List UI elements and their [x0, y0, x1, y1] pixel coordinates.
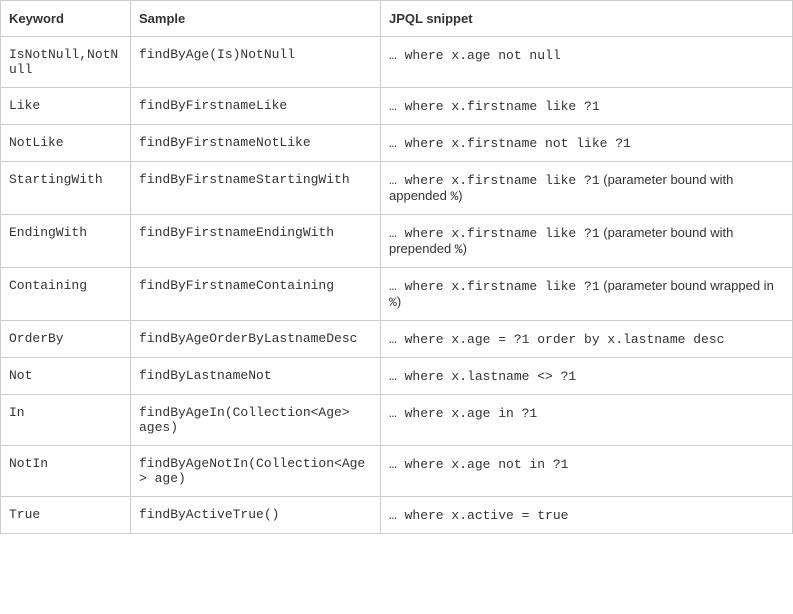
snippet-code: … where x.active = true	[389, 508, 568, 523]
sample-cell: findByAgeNotIn(Collection<Age> age)	[131, 446, 381, 497]
table-row: NotLikefindByFirstnameNotLike … where x.f…	[1, 125, 793, 162]
snippet-cell: … where x.age = ?1 order by x.lastname d…	[381, 321, 793, 358]
table-body: IsNotNull,NotNullfindByAge(Is)NotNull … w…	[1, 37, 793, 534]
snippet-code: … where x.age in ?1	[389, 406, 537, 421]
snippet-code: … where x.age not null	[389, 48, 561, 63]
keyword-cell: True	[1, 497, 131, 534]
snippet-code: … where x.age = ?1 order by x.lastname d…	[389, 332, 724, 347]
sample-cell: findByLastnameNot	[131, 358, 381, 395]
table-row: ContainingfindByFirstnameContaining… whe…	[1, 268, 793, 321]
snippet-code: … where x.lastname <> ?1	[389, 369, 576, 384]
percent-symbol: %	[389, 295, 397, 310]
snippet-cell: … where x.firstname not like ?1	[381, 125, 793, 162]
sample-cell: findByAgeIn(Collection<Age> ages)	[131, 395, 381, 446]
table-row: StartingWithfindByFirstnameStartingWith……	[1, 162, 793, 215]
table-row: TruefindByActiveTrue() … where x.active =…	[1, 497, 793, 534]
sample-cell: findByAgeOrderByLastnameDesc	[131, 321, 381, 358]
snippet-code: … where x.firstname like ?1	[389, 226, 600, 241]
snippet-cell: … where x.active = true	[381, 497, 793, 534]
sample-cell: findByFirstnameContaining	[131, 268, 381, 321]
snippet-code: … where x.firstname like ?1	[389, 99, 600, 114]
table-row: NotInfindByAgeNotIn(Collection<Age> age)…	[1, 446, 793, 497]
header-keyword: Keyword	[1, 1, 131, 37]
keyword-cell: NotLike	[1, 125, 131, 162]
snippet-cell: … where x.firstname like ?1	[381, 88, 793, 125]
snippet-code: … where x.firstname like ?1	[389, 173, 600, 188]
table-row: InfindByAgeIn(Collection<Age> ages) … whe…	[1, 395, 793, 446]
keyword-cell: Not	[1, 358, 131, 395]
percent-symbol: %	[455, 242, 463, 257]
header-sample: Sample	[131, 1, 381, 37]
keyword-cell: Like	[1, 88, 131, 125]
snippet-code: … where x.firstname not like ?1	[389, 136, 631, 151]
sample-cell: findByAge(Is)NotNull	[131, 37, 381, 88]
snippet-cell: … where x.firstname like ?1 (parameter b…	[381, 162, 793, 215]
keyword-cell: Containing	[1, 268, 131, 321]
keyword-cell: EndingWith	[1, 215, 131, 268]
snippet-cell: … where x.lastname <> ?1	[381, 358, 793, 395]
percent-symbol: %	[450, 189, 458, 204]
keyword-cell: IsNotNull,NotNull	[1, 37, 131, 88]
snippet-code: … where x.firstname like ?1	[389, 279, 600, 294]
table-row: EndingWithfindByFirstnameEndingWith… whe…	[1, 215, 793, 268]
table-row: NotfindByLastnameNot … where x.lastname <…	[1, 358, 793, 395]
sample-cell: findByFirstnameLike	[131, 88, 381, 125]
snippet-cell: … where x.age not in ?1	[381, 446, 793, 497]
sample-cell: findByActiveTrue()	[131, 497, 381, 534]
snippet-cell: … where x.age in ?1	[381, 395, 793, 446]
table-row: OrderByfindByAgeOrderByLastnameDesc … whe…	[1, 321, 793, 358]
keyword-cell: OrderBy	[1, 321, 131, 358]
jpql-keywords-table: Keyword Sample JPQL snippet IsNotNull,No…	[0, 0, 793, 534]
snippet-cell: … where x.firstname like ?1 (parameter b…	[381, 268, 793, 321]
sample-cell: findByFirstnameNotLike	[131, 125, 381, 162]
keyword-cell: NotIn	[1, 446, 131, 497]
table-header-row: Keyword Sample JPQL snippet	[1, 1, 793, 37]
snippet-code: … where x.age not in ?1	[389, 457, 568, 472]
sample-cell: findByFirstnameEndingWith	[131, 215, 381, 268]
keyword-cell: In	[1, 395, 131, 446]
snippet-cell: … where x.firstname like ?1 (parameter b…	[381, 215, 793, 268]
header-snippet: JPQL snippet	[381, 1, 793, 37]
sample-cell: findByFirstnameStartingWith	[131, 162, 381, 215]
keyword-cell: StartingWith	[1, 162, 131, 215]
table-row: LikefindByFirstnameLike … where x.firstna…	[1, 88, 793, 125]
snippet-cell: … where x.age not null	[381, 37, 793, 88]
table-row: IsNotNull,NotNullfindByAge(Is)NotNull … w…	[1, 37, 793, 88]
